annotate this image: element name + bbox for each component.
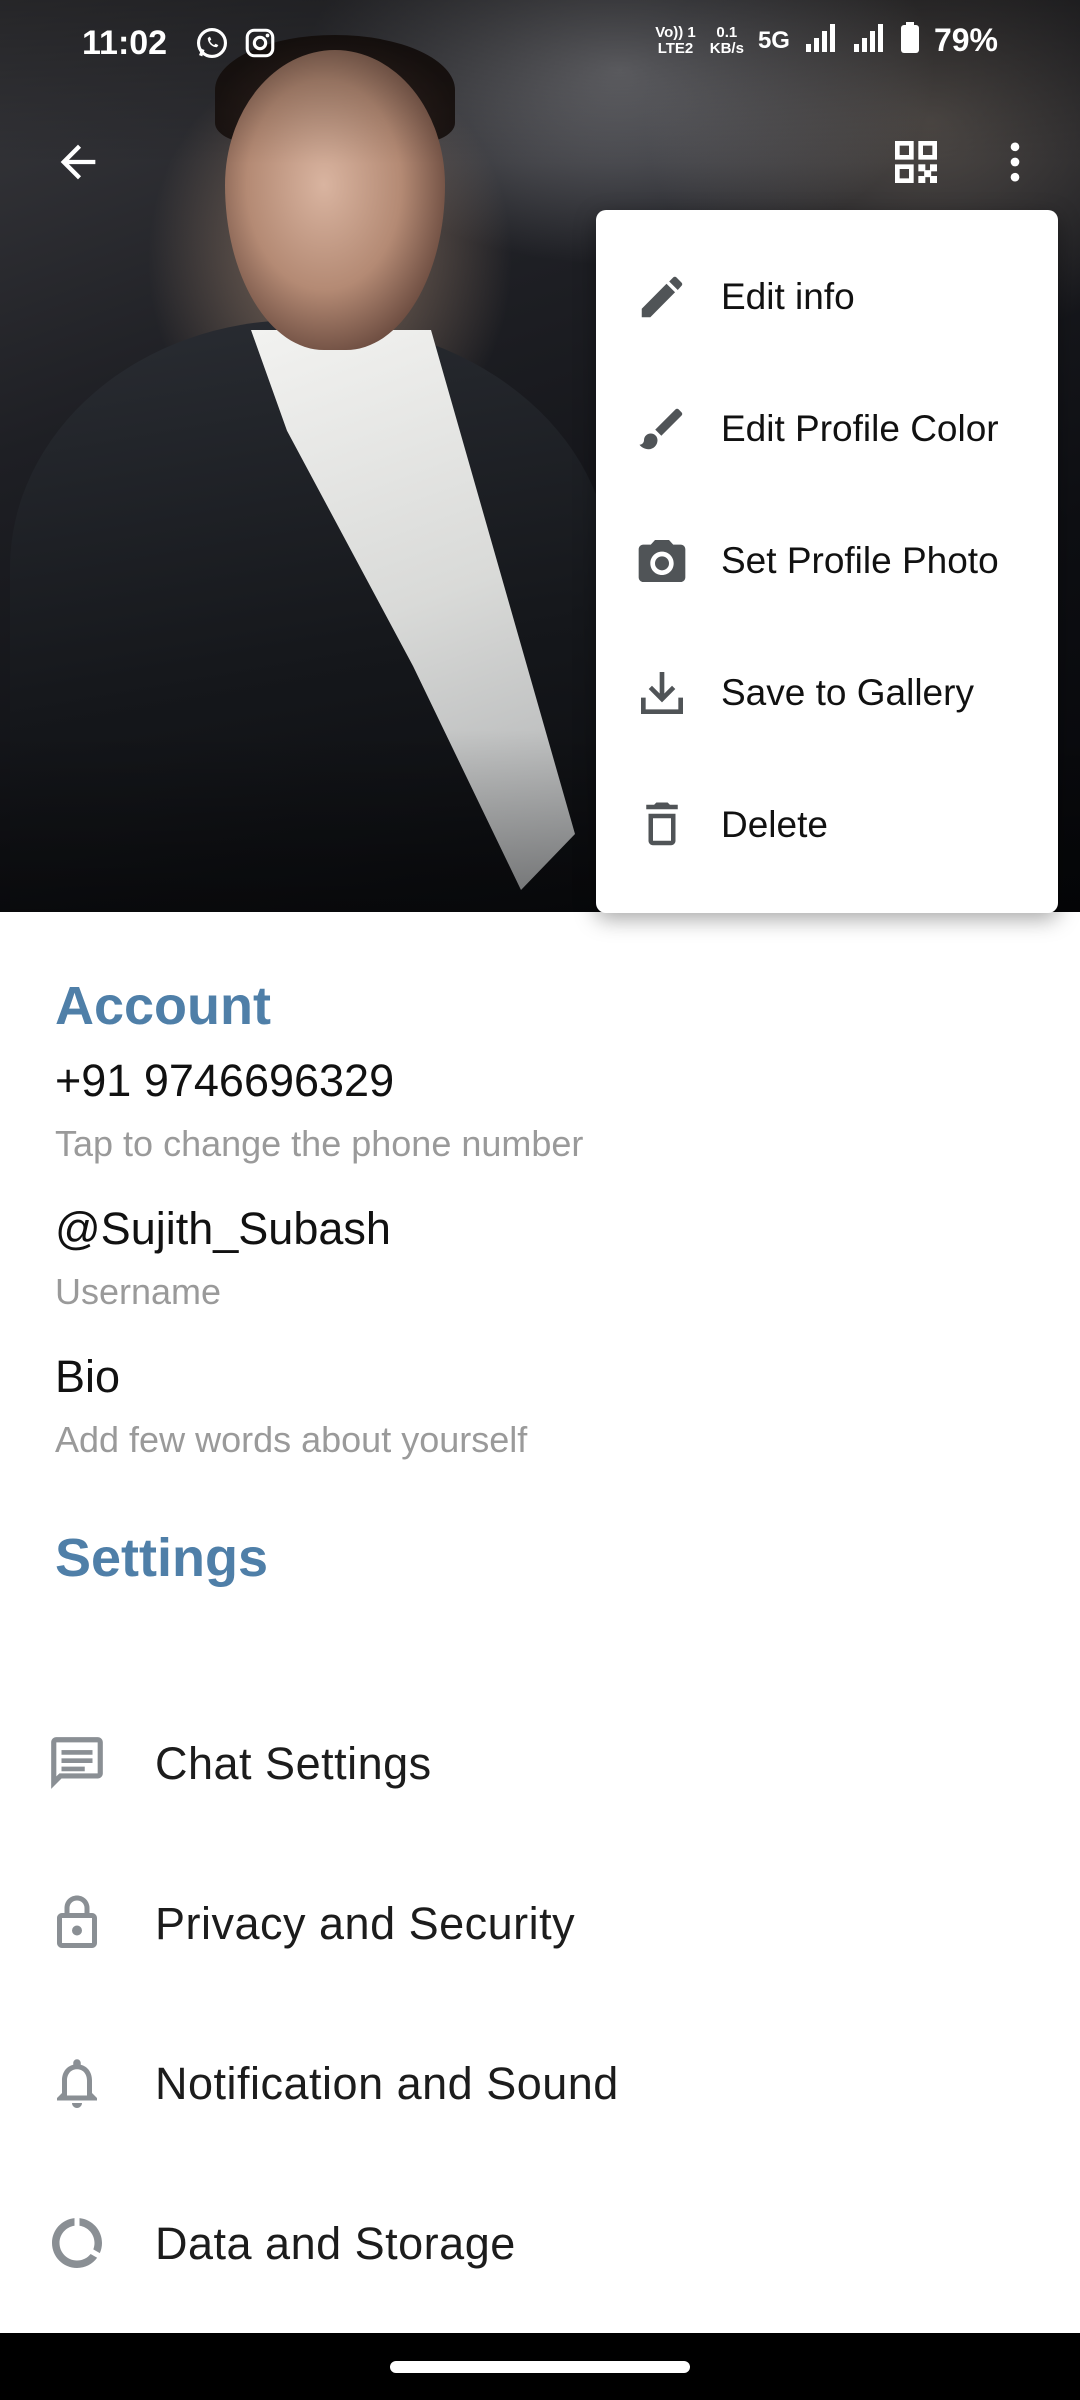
- trash-icon: [634, 797, 690, 853]
- more-options-button[interactable]: [975, 124, 1055, 204]
- settings-item-label: Privacy and Security: [155, 1898, 576, 1949]
- net-speed: 0.1 KB/s: [709, 23, 744, 57]
- back-button[interactable]: [38, 124, 118, 204]
- account-section-title: Account: [55, 976, 271, 1036]
- volte-indicator: Vo)) 1 LTE2: [655, 23, 696, 57]
- bell-icon: [42, 2048, 112, 2118]
- menu-item-edit-info[interactable]: Edit info: [596, 231, 1058, 363]
- instagram-icon: [243, 26, 277, 60]
- qr-code-button[interactable]: [876, 124, 956, 204]
- whatsapp-icon: [195, 26, 229, 60]
- menu-item-label: Save to Gallery: [721, 672, 974, 713]
- net-speed-value: 0.1: [716, 23, 738, 41]
- arrow-left-icon: [52, 136, 104, 193]
- battery-level: 79%: [933, 22, 998, 58]
- volte-line2: LTE2: [657, 39, 694, 57]
- menu-item-save-to-gallery[interactable]: Save to Gallery: [596, 627, 1058, 759]
- menu-item-label: Edit Profile Color: [721, 408, 999, 449]
- settings-item-chat-settings[interactable]: Chat Settings: [0, 1688, 1080, 1838]
- signal-icon: [852, 22, 886, 59]
- settings-item-privacy-and-security[interactable]: Privacy and Security: [0, 1848, 1080, 1998]
- more-vert-icon: [989, 136, 1041, 193]
- menu-item-edit-profile-color[interactable]: Edit Profile Color: [596, 363, 1058, 495]
- battery-icon: [900, 22, 920, 59]
- menu-item-set-profile-photo[interactable]: Set Profile Photo: [596, 495, 1058, 627]
- qr-code-icon: [888, 134, 944, 195]
- username-value: @Sujith_Subash: [55, 1203, 391, 1254]
- settings-item-notification-and-sound[interactable]: Notification and Sound: [0, 2008, 1080, 2158]
- settings-section-title: Settings: [55, 1528, 269, 1588]
- status-bar: 11:02 Vo)) 1 LTE2 0.1 KB/s 5G 79%: [0, 0, 1080, 90]
- data-usage-icon: [42, 2208, 112, 2278]
- menu-item-label: Delete: [721, 804, 828, 845]
- system-nav-bar: [0, 2333, 1080, 2400]
- profile-options-menu: Edit info Edit Profile Color Set Profile…: [596, 210, 1058, 913]
- menu-item-label: Set Profile Photo: [721, 540, 999, 581]
- bio-hint: Add few words about yourself: [55, 1419, 528, 1460]
- home-gesture-handle[interactable]: [390, 2361, 690, 2373]
- download-icon: [634, 665, 690, 721]
- menu-item-label: Edit info: [721, 276, 855, 317]
- net-speed-unit: KB/s: [709, 39, 744, 57]
- phone-number: +91 9746696329: [55, 1055, 395, 1106]
- brush-icon: [634, 401, 690, 457]
- chat-icon: [42, 1728, 112, 1798]
- status-time: 11:02: [82, 24, 168, 62]
- username-hint: Username: [55, 1271, 222, 1312]
- settings-item-label: Chat Settings: [155, 1738, 432, 1789]
- menu-item-delete[interactable]: Delete: [596, 759, 1058, 891]
- bio-value: Bio: [55, 1351, 121, 1402]
- pencil-icon: [634, 269, 690, 325]
- volte-line1: Vo)) 1: [655, 23, 696, 41]
- settings-item-label: Notification and Sound: [155, 2058, 619, 2109]
- camera-icon: [634, 533, 690, 589]
- signal-icon: [804, 22, 838, 59]
- phone-hint: Tap to change the phone number: [55, 1123, 584, 1164]
- settings-item-label: Data and Storage: [155, 2218, 516, 2269]
- settings-item-data-and-storage[interactable]: Data and Storage: [0, 2168, 1080, 2318]
- network-type: 5G: [757, 26, 790, 54]
- lock-icon: [42, 1888, 112, 1958]
- status-indicators: Vo)) 1 LTE2 0.1 KB/s 5G 79%: [655, 22, 998, 59]
